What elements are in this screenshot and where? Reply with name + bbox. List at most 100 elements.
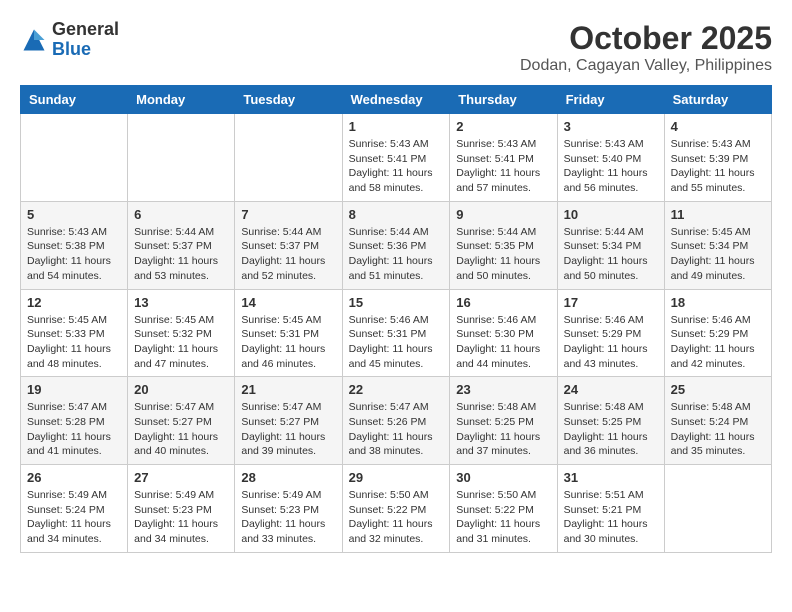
day-info: Sunrise: 5:47 AM Sunset: 5:28 PM Dayligh…	[27, 400, 121, 459]
table-row	[21, 114, 128, 202]
week-row-3: 12 Sunrise: 5:45 AM Sunset: 5:33 PM Dayli…	[21, 289, 772, 377]
table-row: 1Sunrise: 5:43 AM Sunset: 5:41 PM Daylig…	[342, 114, 450, 202]
day-number: 24	[564, 382, 658, 397]
day-number: 21	[241, 382, 335, 397]
col-thursday: Thursday	[450, 86, 557, 114]
header: General Blue October 2025 Dodan, Cagayan…	[20, 20, 772, 75]
day-info: Sunrise: 5:46 AM Sunset: 5:29 PM Dayligh…	[564, 313, 658, 372]
table-row: 26Sunrise: 5:49 AM Sunset: 5:24 PM Dayli…	[21, 465, 128, 553]
week-row-2: 5 Sunrise: 5:43 AM Sunset: 5:38 PM Daylig…	[21, 201, 772, 289]
day-info: Sunrise: 5:45 AM Sunset: 5:33 PM Dayligh…	[27, 313, 121, 372]
table-row: 18 Sunrise: 5:46 AM Sunset: 5:29 PM Dayli…	[664, 289, 771, 377]
day-info: Sunrise: 5:47 AM Sunset: 5:27 PM Dayligh…	[241, 400, 335, 459]
day-number: 22	[349, 382, 444, 397]
day-info: Sunrise: 5:44 AM Sunset: 5:36 PM Dayligh…	[349, 225, 444, 284]
day-number: 30	[456, 470, 550, 485]
table-row: 3 Sunrise: 5:43 AM Sunset: 5:40 PM Daylig…	[557, 114, 664, 202]
day-number: 18	[671, 295, 765, 310]
table-row: 4 Sunrise: 5:43 AM Sunset: 5:39 PM Daylig…	[664, 114, 771, 202]
col-friday: Friday	[557, 86, 664, 114]
day-number: 15	[349, 295, 444, 310]
table-row: 25 Sunrise: 5:48 AM Sunset: 5:24 PM Dayli…	[664, 377, 771, 465]
logo-icon	[20, 26, 48, 54]
table-row: 30 Sunrise: 5:50 AM Sunset: 5:22 PM Dayli…	[450, 465, 557, 553]
day-info: Sunrise: 5:48 AM Sunset: 5:24 PM Dayligh…	[671, 400, 765, 459]
day-info: Sunrise: 5:47 AM Sunset: 5:27 PM Dayligh…	[134, 400, 228, 459]
table-row	[235, 114, 342, 202]
day-number: 28	[241, 470, 335, 485]
day-number: 3	[564, 119, 658, 134]
day-info: Sunrise: 5:44 AM Sunset: 5:37 PM Dayligh…	[134, 225, 228, 284]
table-row: 5 Sunrise: 5:43 AM Sunset: 5:38 PM Daylig…	[21, 201, 128, 289]
day-info: Sunrise: 5:43 AM Sunset: 5:38 PM Dayligh…	[27, 225, 121, 284]
table-row: 8Sunrise: 5:44 AM Sunset: 5:36 PM Daylig…	[342, 201, 450, 289]
day-number: 14	[241, 295, 335, 310]
logo: General Blue	[20, 20, 119, 60]
table-row: 9 Sunrise: 5:44 AM Sunset: 5:35 PM Daylig…	[450, 201, 557, 289]
table-row: 10 Sunrise: 5:44 AM Sunset: 5:34 PM Dayli…	[557, 201, 664, 289]
table-row: 19 Sunrise: 5:47 AM Sunset: 5:28 PM Dayli…	[21, 377, 128, 465]
day-info: Sunrise: 5:45 AM Sunset: 5:32 PM Dayligh…	[134, 313, 228, 372]
page-container: General Blue October 2025 Dodan, Cagayan…	[20, 20, 772, 553]
day-number: 31	[564, 470, 658, 485]
day-number: 27	[134, 470, 228, 485]
table-row	[128, 114, 235, 202]
table-row: 11 Sunrise: 5:45 AM Sunset: 5:34 PM Dayli…	[664, 201, 771, 289]
day-number: 12	[27, 295, 121, 310]
day-info: Sunrise: 5:43 AM Sunset: 5:39 PM Dayligh…	[671, 137, 765, 196]
day-info: Sunrise: 5:45 AM Sunset: 5:34 PM Dayligh…	[671, 225, 765, 284]
day-info: Sunrise: 5:44 AM Sunset: 5:34 PM Dayligh…	[564, 225, 658, 284]
table-row	[664, 465, 771, 553]
day-info: Sunrise: 5:49 AM Sunset: 5:23 PM Dayligh…	[241, 488, 335, 547]
day-number: 5	[27, 207, 121, 222]
day-info: Sunrise: 5:49 AM Sunset: 5:24 PM Dayligh…	[27, 488, 121, 547]
calendar-header-row: Sunday Monday Tuesday Wednesday Thursday…	[21, 86, 772, 114]
day-number: 10	[564, 207, 658, 222]
page-subtitle: Dodan, Cagayan Valley, Philippines	[520, 57, 772, 75]
day-number: 6	[134, 207, 228, 222]
day-number: 20	[134, 382, 228, 397]
day-info: Sunrise: 5:43 AM Sunset: 5:40 PM Dayligh…	[564, 137, 658, 196]
day-info: Sunrise: 5:48 AM Sunset: 5:25 PM Dayligh…	[456, 400, 550, 459]
table-row: 17Sunrise: 5:46 AM Sunset: 5:29 PM Dayli…	[557, 289, 664, 377]
day-number: 16	[456, 295, 550, 310]
table-row: 29 Sunrise: 5:50 AM Sunset: 5:22 PM Dayli…	[342, 465, 450, 553]
table-row: 6 Sunrise: 5:44 AM Sunset: 5:37 PM Daylig…	[128, 201, 235, 289]
day-info: Sunrise: 5:51 AM Sunset: 5:21 PM Dayligh…	[564, 488, 658, 547]
week-row-4: 19 Sunrise: 5:47 AM Sunset: 5:28 PM Dayli…	[21, 377, 772, 465]
day-number: 4	[671, 119, 765, 134]
table-row: 2Sunrise: 5:43 AM Sunset: 5:41 PM Daylig…	[450, 114, 557, 202]
day-info: Sunrise: 5:44 AM Sunset: 5:37 PM Dayligh…	[241, 225, 335, 284]
day-number: 25	[671, 382, 765, 397]
week-row-5: 26Sunrise: 5:49 AM Sunset: 5:24 PM Dayli…	[21, 465, 772, 553]
table-row: 22Sunrise: 5:47 AM Sunset: 5:26 PM Dayli…	[342, 377, 450, 465]
calendar-table: Sunday Monday Tuesday Wednesday Thursday…	[20, 85, 772, 553]
day-info: Sunrise: 5:50 AM Sunset: 5:22 PM Dayligh…	[349, 488, 444, 547]
day-info: Sunrise: 5:46 AM Sunset: 5:29 PM Dayligh…	[671, 313, 765, 372]
table-row: 15 Sunrise: 5:46 AM Sunset: 5:31 PM Dayli…	[342, 289, 450, 377]
day-info: Sunrise: 5:49 AM Sunset: 5:23 PM Dayligh…	[134, 488, 228, 547]
day-info: Sunrise: 5:46 AM Sunset: 5:30 PM Dayligh…	[456, 313, 550, 372]
day-number: 19	[27, 382, 121, 397]
table-row: 21 Sunrise: 5:47 AM Sunset: 5:27 PM Dayli…	[235, 377, 342, 465]
col-tuesday: Tuesday	[235, 86, 342, 114]
day-number: 2	[456, 119, 550, 134]
week-row-1: 1Sunrise: 5:43 AM Sunset: 5:41 PM Daylig…	[21, 114, 772, 202]
day-info: Sunrise: 5:50 AM Sunset: 5:22 PM Dayligh…	[456, 488, 550, 547]
day-number: 9	[456, 207, 550, 222]
day-info: Sunrise: 5:44 AM Sunset: 5:35 PM Dayligh…	[456, 225, 550, 284]
logo-text: General Blue	[52, 20, 119, 60]
day-number: 29	[349, 470, 444, 485]
day-number: 11	[671, 207, 765, 222]
table-row: 7Sunrise: 5:44 AM Sunset: 5:37 PM Daylig…	[235, 201, 342, 289]
col-monday: Monday	[128, 86, 235, 114]
table-row: 20 Sunrise: 5:47 AM Sunset: 5:27 PM Dayli…	[128, 377, 235, 465]
day-info: Sunrise: 5:46 AM Sunset: 5:31 PM Dayligh…	[349, 313, 444, 372]
table-row: 16 Sunrise: 5:46 AM Sunset: 5:30 PM Dayli…	[450, 289, 557, 377]
table-row: 28 Sunrise: 5:49 AM Sunset: 5:23 PM Dayli…	[235, 465, 342, 553]
col-saturday: Saturday	[664, 86, 771, 114]
col-wednesday: Wednesday	[342, 86, 450, 114]
day-number: 23	[456, 382, 550, 397]
table-row: 14Sunrise: 5:45 AM Sunset: 5:31 PM Dayli…	[235, 289, 342, 377]
col-sunday: Sunday	[21, 86, 128, 114]
